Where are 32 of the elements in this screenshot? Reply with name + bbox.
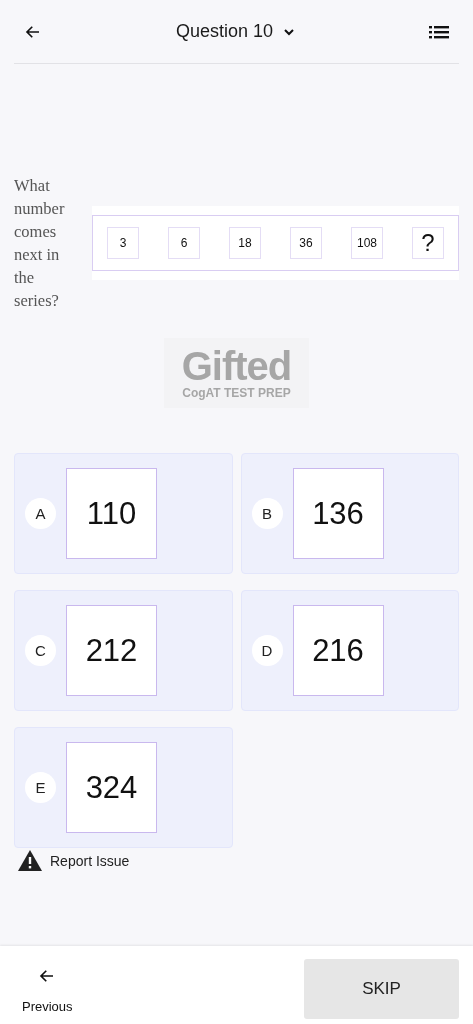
answer-option[interactable]: E 324: [14, 727, 233, 848]
question-selector[interactable]: Question 10: [175, 21, 296, 42]
chevron-down-icon: [283, 27, 296, 36]
warning-icon: [18, 850, 42, 871]
option-value: 216: [292, 605, 384, 696]
answer-option[interactable]: B 136: [240, 453, 459, 574]
series-term: 18: [229, 227, 261, 259]
series-term: 108: [351, 227, 383, 259]
option-value: 212: [66, 605, 157, 696]
option-value: 324: [66, 742, 157, 833]
option-value: 110: [66, 468, 157, 559]
answer-option[interactable]: C 212: [14, 590, 233, 711]
option-letter: B: [251, 498, 283, 529]
answer-option[interactable]: D 216: [240, 590, 459, 711]
list-button[interactable]: [429, 24, 449, 39]
logo-tagline: CogAT TEST PREP: [182, 386, 291, 400]
option-letter: C: [25, 635, 56, 666]
series-term: 36: [290, 227, 322, 259]
series-term: 3: [107, 227, 139, 259]
report-issue-button[interactable]: Report Issue: [14, 850, 130, 871]
answer-option[interactable]: A 110: [14, 453, 233, 574]
series-term: ?: [412, 227, 444, 259]
option-letter: A: [25, 498, 56, 529]
option-value: 136: [292, 468, 384, 559]
logo-name: Gifted: [181, 346, 292, 386]
series-term: 6: [168, 227, 200, 259]
option-letter: D: [251, 635, 283, 666]
previous-button[interactable]: Previous: [22, 956, 73, 1014]
list-icon: [429, 24, 449, 39]
skip-button[interactable]: SKIP: [304, 959, 459, 1019]
option-letter: E: [25, 772, 56, 803]
question-text: What number comes next in the series?: [14, 175, 66, 312]
